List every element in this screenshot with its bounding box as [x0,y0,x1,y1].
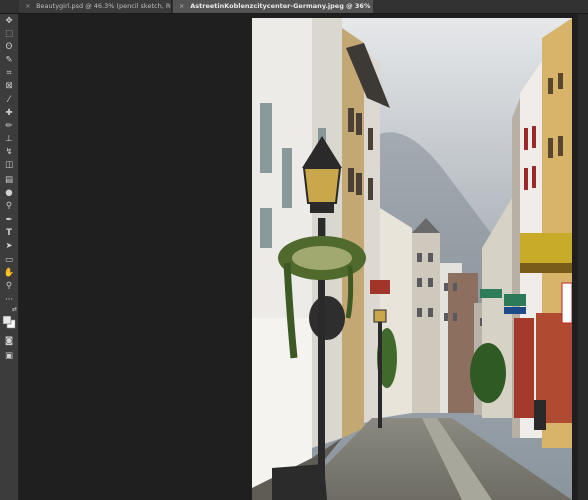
tree [470,343,506,403]
street-photo [252,18,572,500]
zoom-icon: ⚲ [5,281,13,291]
eraser-tool[interactable]: ◫ [1,159,17,171]
round-sign [309,296,345,340]
close-tab-icon[interactable]: × [179,2,188,10]
far-building [448,273,478,413]
tab-astreet-koblenz[interactable]: × AstreetinKoblenzcitycenter-Germany.jpe… [173,0,373,13]
foreground-color-swatch [2,315,12,325]
quick-mask-icon: ◙ [4,336,14,346]
color-swatches[interactable] [1,314,17,330]
trash-bin [534,400,546,430]
quick-select-icon: ✎ [5,55,13,65]
left-building [342,28,364,438]
left-building [312,18,342,448]
lasso-icon: ʘ [5,42,13,52]
crop-tool[interactable]: ⌗ [1,67,17,79]
marquee-icon: ⬚ [4,29,14,39]
pen-tool[interactable]: ✒ [1,214,17,226]
vertical-scrollbar[interactable] [578,14,588,500]
pen-icon: ✒ [5,215,13,225]
brush-icon: ✏ [5,121,13,131]
quick-select-tool[interactable]: ✎ [1,54,17,66]
frame-tool[interactable]: ⊠ [1,80,17,92]
healing-brush-icon: ✚ [5,108,13,118]
tab-label: Beautygirl.psd @ 46.3% (pencil sketch, R… [36,2,171,10]
history-brush-tool[interactable]: ↯ [1,146,17,158]
green-sign [504,294,526,306]
history-brush-icon: ↯ [5,147,13,157]
screen-mode-icon: ▣ [4,351,14,361]
blur-icon: ● [5,188,13,198]
path-select-tool[interactable]: ➤ [1,240,17,252]
zoom-tool[interactable]: ⚲ [1,280,17,292]
document-canvas-image[interactable] [252,18,572,500]
distant-lamp-post [378,318,382,428]
eraser-icon: ◫ [4,160,14,170]
tools-panel: ✥ ⬚ ʘ ✎ ⌗ ⊠ ⁄ ✚ ✏ ⊥ ↯ ◫ ▤ ● ⚲ ✒ T ➤ ▭ ✋ … [0,14,19,500]
document-tab-bar: × Beautygirl.psd @ 46.3% (pencil sketch,… [0,0,588,14]
gradient-tool[interactable]: ▤ [1,174,17,186]
healing-brush-tool[interactable]: ✚ [1,107,17,119]
clone-stamp-tool[interactable]: ⊥ [1,133,17,145]
shopfront [514,318,534,418]
lamp-lantern [302,167,342,204]
type-tool[interactable]: T [1,227,17,239]
hand-icon: ✋ [3,268,15,278]
type-icon: T [6,228,12,238]
far-building [412,233,440,413]
dodge-tool[interactable]: ⚲ [1,200,17,212]
dodge-icon: ⚲ [5,201,13,211]
path-select-icon: ➤ [5,241,13,251]
shape-icon: ▭ [4,255,14,265]
crop-icon: ⌗ [6,68,12,78]
shape-tool[interactable]: ▭ [1,254,17,266]
yellow-awning [520,233,572,263]
brush-tool[interactable]: ✏ [1,120,17,132]
blur-tool[interactable]: ● [1,187,17,199]
move-tool[interactable]: ✥ [1,15,17,27]
frame-icon: ⊠ [5,81,13,91]
clone-stamp-icon: ⊥ [5,134,13,144]
trailing-vine [345,265,354,319]
eyedropper-icon: ⁄ [8,95,10,105]
move-icon: ✥ [5,16,13,26]
red-awning [370,280,390,294]
tab-label: AstreetinKoblenzcitycenter-Germany.jpeg … [190,2,373,10]
shop-sign [561,282,572,324]
marquee-tool[interactable]: ⬚ [1,28,17,40]
hand-tool[interactable]: ✋ [1,267,17,279]
gradient-icon: ▤ [4,175,14,185]
blue-sign [504,307,526,314]
close-tab-icon[interactable]: × [25,2,34,10]
bench [272,464,327,500]
screen-mode-button[interactable]: ▣ [1,350,17,362]
color-swatches-icon [2,315,16,329]
quick-mask-button[interactable]: ◙ [1,335,17,347]
green-sign [480,289,502,298]
eyedropper-tool[interactable]: ⁄ [1,94,17,106]
tab-beautygirl[interactable]: × Beautygirl.psd @ 46.3% (pencil sketch,… [19,0,172,13]
lasso-tool[interactable]: ʘ [1,41,17,53]
swap-colors-button[interactable]: ⇄ [1,306,17,314]
